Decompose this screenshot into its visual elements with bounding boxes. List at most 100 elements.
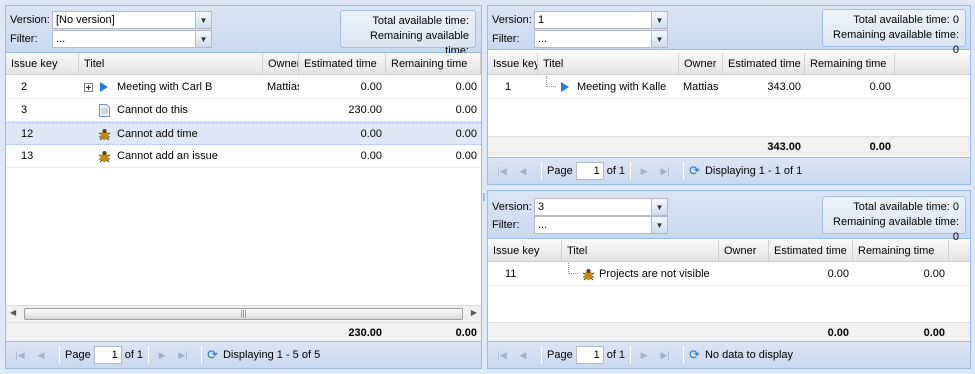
filter-combo[interactable]: ... ▼ [534,30,668,48]
col-titel[interactable]: Titel [562,240,719,262]
last-page-icon[interactable]: ▶| [657,163,673,179]
page-input[interactable]: 1 [575,162,604,180]
cell-title: Cannot do this [117,104,188,116]
paging-display-text: Displaying 1 - 5 of 5 [222,349,321,361]
separator [630,346,632,364]
col-issue-key[interactable]: Issue key [488,240,562,262]
cell-estimated: 0.00 [360,150,382,162]
sum-remaining: 0.00 [923,327,945,339]
last-page-icon[interactable]: ▶| [657,347,673,363]
col-issue-key[interactable]: Issue key [488,53,538,75]
chevron-down-icon[interactable]: ▼ [651,31,667,47]
next-page-icon[interactable]: ▶ [636,347,652,363]
page-input[interactable]: 1 [575,346,604,364]
first-page-icon[interactable]: |◀ [12,347,28,363]
col-estimated[interactable]: Estimated time [723,53,805,75]
filter-label: Filter: [492,219,520,231]
refresh-icon[interactable]: ⟳ [689,163,700,179]
prev-page-icon[interactable]: ◀ [515,163,531,179]
col-owner[interactable]: Owner [719,240,769,262]
grid-header: Issue key Titel Owner Estimated time Rem… [488,53,970,75]
refresh-icon[interactable]: ⟳ [207,347,218,363]
first-page-icon[interactable]: |◀ [494,347,510,363]
sum-remaining: 0.00 [455,327,477,339]
total-available-time: Total available time: 0 [853,201,959,213]
grid-header: Issue key Titel Owner Estimated time Rem… [488,240,970,262]
splitter-handle[interactable] [483,193,485,201]
cell-estimated: 230.00 [348,104,382,116]
filter-combo[interactable]: ... ▼ [52,30,212,48]
chevron-down-icon[interactable]: ▼ [651,12,667,28]
page-label: Page [65,349,91,361]
sum-estimated: 0.00 [827,327,849,339]
sum-estimated: 343.00 [767,141,801,153]
version-combo[interactable]: [No version] ▼ [52,11,212,29]
col-remaining[interactable]: Remaining time [386,53,481,75]
col-estimated[interactable]: Estimated time [299,53,386,75]
filter-label: Filter: [10,33,38,45]
separator [59,346,60,364]
version-label: Version: [492,14,532,26]
cell-key: 11 [505,268,517,280]
cell-key: 2 [21,81,28,93]
col-owner[interactable]: Owner [679,53,723,75]
table-row[interactable]: 3 Cannot do this 230.00 0.00 [6,99,481,122]
table-row[interactable]: 1 Meeting with Kalle Mattias 343.00 0.00 [488,76,970,99]
cell-remaining: 0.00 [455,128,477,140]
last-page-icon[interactable]: ▶| [175,347,191,363]
col-titel[interactable]: Titel [538,53,679,75]
version-combo[interactable]: 1 ▼ [534,11,668,29]
separator [148,346,150,364]
summary-row: 0.00 0.00 [488,322,970,342]
col-remaining[interactable]: Remaining time [853,240,949,262]
separator [541,162,542,180]
chevron-down-icon[interactable]: ▼ [651,217,667,233]
cell-title: Cannot add an issue [117,150,218,162]
page-input[interactable]: 1 [93,346,122,364]
page-of-label: of 1 [124,349,144,361]
col-owner[interactable]: Owner [263,53,299,75]
cell-owner: Mattias [267,81,299,93]
version-label: Version: [492,201,532,213]
filter-value: ... [538,33,548,45]
separator [201,346,203,364]
version-value: [No version] [56,14,115,26]
col-estimated[interactable]: Estimated time [769,240,853,262]
table-row[interactable]: 13 Cannot add an issue 0.00 0.00 [6,145,481,168]
paging-toolbar: |◀ ◀ Page 1 of 1 ▶ ▶| ⟳ Displaying 1 - 5… [6,341,481,368]
bottom-right-toolbar: Version: 3 ▼ Filter: ... ▼ Total availab… [488,191,970,243]
next-page-icon[interactable]: ▶ [154,347,170,363]
bottom-right-panel: Version: 3 ▼ Filter: ... ▼ Total availab… [487,190,971,369]
scroll-left-icon[interactable]: ◀ [10,308,16,317]
table-row[interactable]: 12 Cannot add time 0.00 0.00 [6,122,481,145]
table-row[interactable]: 11 Projects are not visible 0.00 0.00 [488,263,970,286]
next-page-icon[interactable]: ▶ [636,163,652,179]
cell-remaining: 0.00 [869,81,891,93]
paging-display-text: Displaying 1 - 1 of 1 [704,165,803,177]
horizontal-scrollbar[interactable]: ◀ ||| ▶ [6,305,481,322]
filter-combo[interactable]: ... ▼ [534,216,668,234]
cell-title: Projects are not visible [599,268,710,280]
version-combo[interactable]: 3 ▼ [534,198,668,216]
scroll-right-icon[interactable]: ▶ [471,308,477,317]
grid-header: Issue key Titel Owner Estimated time Rem… [6,53,481,75]
prev-page-icon[interactable]: ◀ [515,347,531,363]
col-issue-key[interactable]: Issue key [6,53,79,75]
chevron-down-icon[interactable]: ▼ [195,12,211,28]
separator [683,162,685,180]
col-titel[interactable]: Titel [79,53,263,75]
chevron-down-icon[interactable]: ▼ [651,199,667,215]
cell-title: Cannot add time [117,128,198,140]
scroll-thumb[interactable]: ||| [24,308,463,320]
total-available-time: Total available time: [372,15,469,27]
expand-icon[interactable] [84,76,96,98]
chevron-down-icon[interactable]: ▼ [195,31,211,47]
left-panel: Version: [No version] ▼ Filter: ... ▼ To… [5,5,482,369]
top-right-panel: Version: 1 ▼ Filter: ... ▼ Total availab… [487,5,971,185]
first-page-icon[interactable]: |◀ [494,163,510,179]
col-remaining[interactable]: Remaining time [805,53,895,75]
table-row[interactable]: 2 Meeting with Carl B Mattias 0.00 0.00 [6,76,481,99]
refresh-icon[interactable]: ⟳ [689,347,700,363]
total-available-time: Total available time: 0 [853,14,959,26]
prev-page-icon[interactable]: ◀ [33,347,49,363]
